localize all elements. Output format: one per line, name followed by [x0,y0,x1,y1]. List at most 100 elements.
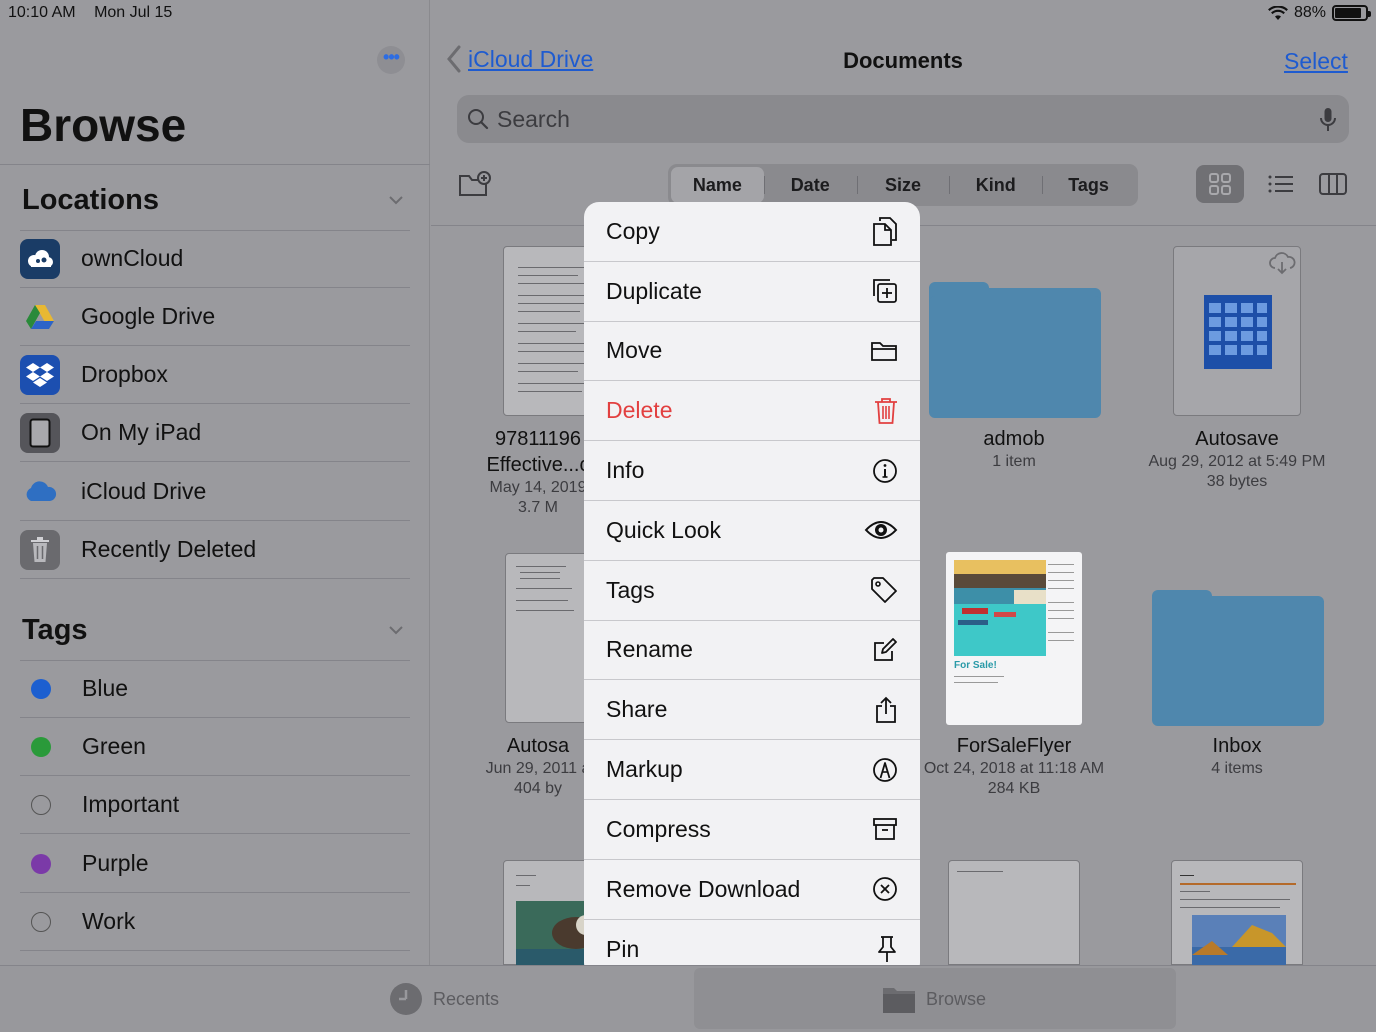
blue-tag-dot [31,678,51,699]
info-icon [873,458,897,483]
sidebar-tag-label: Green [82,733,146,759]
sort-by-tags[interactable]: Tags [1042,167,1135,203]
menu-item-quick-look[interactable]: Quick Look [584,501,920,561]
chevron-down-icon[interactable] [388,622,404,638]
file-name: ForSaleFlyer [956,735,1072,757]
document-thumbnail[interactable] [1171,860,1303,965]
menu-item-rename[interactable]: Rename [584,621,920,681]
tab-label: Browse [926,988,987,1009]
sort-by-date[interactable]: Date [763,167,857,203]
sort-by-name[interactable]: Name [671,167,764,203]
menu-item-label: Move [606,337,663,364]
file-date: Oct 24, 2018 at 11:18 AM [923,760,1105,777]
menu-item-move[interactable]: Move [584,322,920,382]
sidebar-tag-blue[interactable]: Blue [20,660,410,718]
battery-percent: 88% [1293,4,1326,21]
locations-header[interactable]: Locations [22,184,159,217]
flyer-heading: For Sale! [954,660,997,671]
menu-item-tags[interactable]: Tags [584,561,920,621]
search-bar[interactable] [457,95,1349,143]
sort-by-kind[interactable]: Kind [949,167,1042,203]
sidebar-item-label: Google Drive [81,303,216,329]
file-item[interactable]: ForSaleFlyer Oct 24, 2018 at 11:18 AM 28… [899,733,1129,799]
chevron-down-icon[interactable] [388,192,404,208]
folder-icon[interactable] [929,282,1101,418]
column-view-button[interactable] [1318,165,1348,203]
menu-item-label: Rename [606,636,693,663]
view-mode-controls [1196,165,1348,203]
menu-item-label: Delete [606,397,673,424]
sidebar-item-on-my-ipad[interactable]: On My iPad [20,404,410,462]
menu-item-label: Compress [606,815,711,842]
menu-item-copy[interactable]: Copy [584,202,920,262]
sidebar-item-label: Dropbox [81,361,168,387]
search-input[interactable] [497,105,1277,133]
sidebar-tag-work[interactable]: Work [20,893,410,951]
new-folder-icon[interactable] [458,170,492,198]
owncloud-icon [20,238,60,279]
tab-label: Recents [433,988,500,1009]
file-item[interactable]: Autosave Aug 29, 2012 at 5:49 PM 38 byte… [1122,426,1352,492]
duplicate-icon [873,279,897,304]
folder-name: admob [983,428,1045,450]
select-button[interactable]: Select [1284,48,1348,75]
markup-icon [873,757,897,782]
menu-item-label: Share [606,696,668,723]
wifi-icon [1268,5,1288,20]
file-size: 284 KB [987,780,1041,797]
file-size: 38 bytes [1206,473,1268,490]
menu-item-label: Copy [606,217,660,244]
menu-item-remove-download[interactable]: Remove Download [584,860,920,920]
folder-icon[interactable] [1152,590,1324,726]
folder-item[interactable]: Inbox 4 items [1122,733,1352,779]
ipad-icon [20,412,60,453]
sidebar-tag-label: Important [82,791,180,817]
sidebar-tag-purple[interactable]: Purple [20,835,410,893]
menu-item-info[interactable]: Info [584,441,920,501]
menu-item-share[interactable]: Share [584,680,920,741]
folder-item[interactable]: admob 1 item [899,426,1129,472]
sidebar-item-owncloud[interactable]: ownCloud [20,230,410,288]
context-menu: Copy Duplicate Move Delete Info Quick Lo… [584,202,920,978]
empty-tag-dot [31,794,51,815]
more-options-button[interactable]: ••• [377,46,405,74]
menu-item-delete[interactable]: Delete [584,381,920,442]
sidebar-tag-green[interactable]: Green [20,718,410,776]
sidebar-item-google-drive[interactable]: Google Drive [20,288,410,346]
sidebar-item-label: Recently Deleted [81,536,257,562]
cloud-download-icon [1269,252,1296,275]
microphone-icon[interactable] [1319,107,1337,133]
sidebar-item-recently-deleted[interactable]: Recently Deleted [20,521,410,579]
tab-recents[interactable]: Recents [389,982,499,1016]
clock-icon [390,983,422,1015]
menu-item-label: Markup [606,756,683,783]
flyer-photo [954,560,1046,656]
sidebar-tag-important[interactable]: Important [20,776,410,834]
tags-header[interactable]: Tags [22,614,88,647]
grid-view-button[interactable] [1196,165,1244,203]
sidebar-item-dropbox[interactable]: Dropbox [20,346,410,404]
sidebar-item-label: iCloud Drive [81,478,207,504]
menu-item-markup[interactable]: Markup [584,740,920,800]
tab-browse[interactable]: Browse [882,984,986,1014]
sidebar-item-icloud-drive[interactable]: iCloud Drive [20,463,410,521]
x-circle-icon [873,877,897,902]
empty-tag-dot [31,911,51,932]
menu-item-label: Duplicate [606,277,702,304]
back-button[interactable]: iCloud Drive [446,45,593,73]
menu-item-label: Info [606,457,645,484]
pin-icon [878,936,896,963]
status-bar-right: 88% [1268,4,1371,22]
icloud-icon [20,471,60,512]
list-view-button[interactable] [1266,165,1296,203]
menu-item-compress[interactable]: Compress [584,800,920,860]
flyer-thumbnail[interactable]: For Sale! [946,552,1082,725]
archive-icon [873,818,897,841]
sidebar-title: Browse [20,99,187,151]
sort-by-size[interactable]: Size [856,167,950,203]
document-thumbnail[interactable] [948,860,1080,965]
folder-icon [883,988,915,1013]
search-icon [468,109,489,130]
menu-item-duplicate[interactable]: Duplicate [584,262,920,322]
spreadsheet-thumbnail[interactable] [1173,246,1301,416]
